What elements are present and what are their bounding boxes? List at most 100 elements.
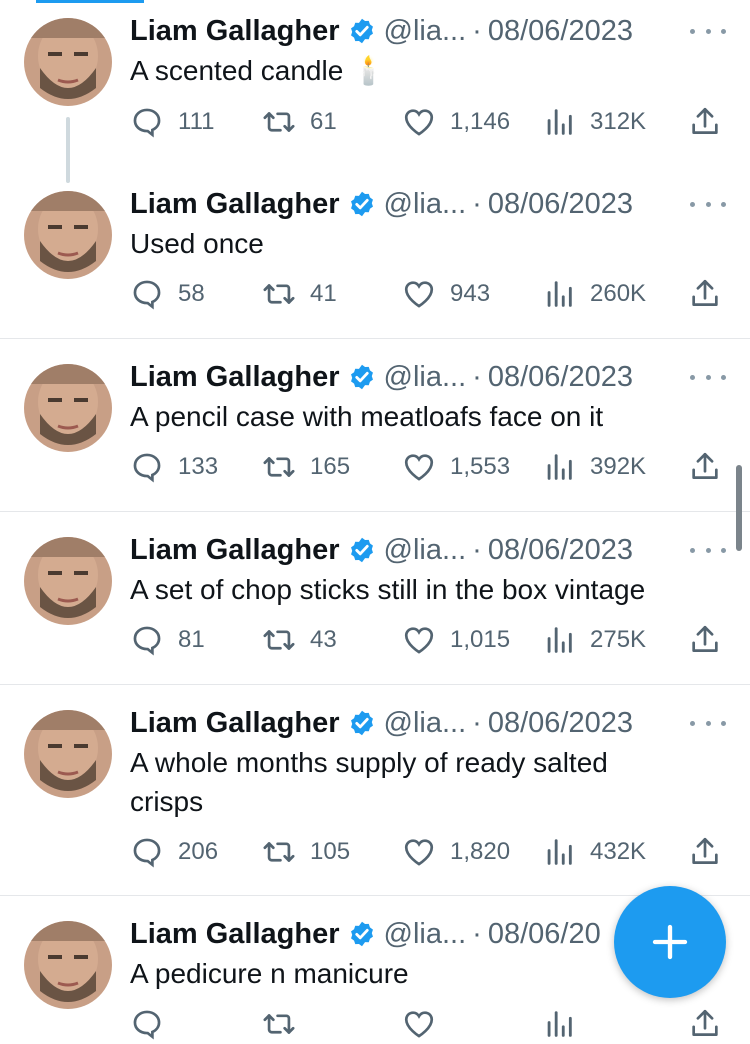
tweet-header: Liam Gallagher @lia... · 08/06/2023 — [130, 530, 633, 570]
author-handle[interactable]: @lia... — [384, 15, 467, 48]
tweet-date[interactable]: 08/06/2023 — [488, 361, 633, 394]
tweet-date[interactable]: 08/06/2023 — [488, 534, 633, 567]
share-button[interactable] — [688, 274, 722, 314]
reply-icon — [133, 838, 161, 868]
author-name[interactable]: Liam Gallagher — [130, 534, 340, 567]
retweet-icon — [263, 457, 295, 477]
tweet-actions: 206 105 1,820 432K — [130, 832, 730, 872]
share-icon — [692, 452, 718, 479]
author-name[interactable]: Liam Gallagher — [130, 15, 340, 48]
like-button[interactable] — [402, 1004, 450, 1044]
like-button[interactable]: 1,015 — [402, 620, 510, 660]
tweet-text: A whole months supply of ready salted cr… — [130, 747, 608, 817]
tweet-date[interactable]: 08/06/2023 — [488, 188, 633, 221]
more-icon[interactable] — [690, 713, 726, 733]
tweet-date[interactable]: 08/06/2023 — [488, 707, 633, 740]
tweet[interactable]: Liam Gallagher @lia... · 08/06/2023 A pe… — [0, 338, 750, 511]
like-button[interactable]: 1,146 — [402, 102, 510, 142]
avatar[interactable] — [24, 191, 112, 279]
more-icon[interactable] — [690, 540, 726, 560]
reply-button[interactable]: 133 — [130, 447, 218, 487]
author-handle[interactable]: @lia... — [384, 188, 467, 221]
tweet[interactable]: Liam Gallagher @lia... · 08/06/2023 Used… — [0, 170, 750, 338]
share-button[interactable] — [688, 620, 722, 660]
retweet-count: 165 — [310, 453, 351, 480]
tweet-text: A pencil case with meatloafs face on it — [130, 401, 604, 432]
views-button[interactable]: 312K — [542, 102, 646, 142]
author-handle[interactable]: @lia... — [384, 534, 467, 567]
views-icon — [547, 627, 572, 653]
author-name[interactable]: Liam Gallagher — [130, 707, 340, 740]
like-button[interactable]: 1,553 — [402, 447, 510, 487]
reply-icon — [133, 280, 161, 310]
share-icon — [692, 279, 718, 306]
separator-dot: · — [472, 533, 482, 566]
retweet-count: 41 — [310, 280, 337, 307]
tweet[interactable]: Liam Gallagher @lia... · 08/06/2023 A se… — [0, 511, 750, 684]
author-name[interactable]: Liam Gallagher — [130, 361, 340, 394]
author-handle[interactable]: @lia... — [384, 918, 467, 951]
author-handle[interactable]: @lia... — [384, 361, 467, 394]
heart-icon — [404, 839, 434, 866]
more-icon[interactable] — [690, 194, 726, 214]
reply-count: 206 — [178, 838, 219, 865]
avatar[interactable] — [24, 537, 112, 625]
reply-button[interactable]: 206 — [130, 832, 218, 872]
views-button[interactable]: 275K — [542, 620, 646, 660]
more-icon[interactable] — [690, 367, 726, 387]
share-button[interactable] — [688, 447, 722, 487]
candle-emoji: 🕯️ — [351, 55, 386, 86]
like-count: 1,553 — [450, 453, 511, 480]
reply-button[interactable]: 58 — [130, 274, 205, 314]
views-button[interactable]: 432K — [542, 832, 646, 872]
retweet-button[interactable]: 43 — [262, 620, 337, 660]
tweet[interactable]: Liam Gallagher @lia... · 08/06/2023 A wh… — [0, 684, 750, 895]
reply-button[interactable] — [130, 1004, 178, 1044]
retweet-button[interactable]: 165 — [262, 447, 350, 487]
retweet-button[interactable]: 105 — [262, 832, 350, 872]
reply-icon — [133, 453, 161, 483]
avatar[interactable] — [24, 364, 112, 452]
reply-icon — [133, 626, 161, 656]
views-button[interactable] — [542, 1004, 590, 1044]
share-button[interactable] — [688, 1004, 722, 1044]
reply-icon — [133, 108, 161, 138]
tweet[interactable]: Liam Gallagher @lia... · 08/06/2023 A sc… — [0, 0, 750, 183]
more-icon[interactable] — [690, 21, 726, 41]
author-name[interactable]: Liam Gallagher — [130, 188, 340, 221]
tweet-header: Liam Gallagher @lia... · 08/06/2023 — [130, 703, 633, 743]
verified-icon — [348, 17, 376, 45]
share-button[interactable] — [688, 832, 722, 872]
like-button[interactable]: 943 — [402, 274, 490, 314]
views-button[interactable]: 260K — [542, 274, 646, 314]
tweet-text: A set of chop sticks still in the box vi… — [130, 574, 646, 605]
retweet-count: 105 — [310, 838, 351, 865]
retweet-icon — [263, 112, 295, 132]
tweet-date[interactable]: 08/06/20 — [488, 918, 601, 951]
retweet-button[interactable]: 61 — [262, 102, 337, 142]
avatar[interactable] — [24, 921, 112, 1009]
reply-count: 111 — [178, 108, 215, 135]
reply-button[interactable]: 81 — [130, 620, 205, 660]
tweet-text-content: A scented candle — [130, 55, 344, 86]
author-name[interactable]: Liam Gallagher — [130, 918, 340, 951]
compose-button[interactable] — [614, 886, 726, 998]
views-icon — [547, 454, 572, 480]
reply-button[interactable]: 111 — [130, 102, 214, 142]
author-handle[interactable]: @lia... — [384, 707, 467, 740]
views-button[interactable]: 392K — [542, 447, 646, 487]
views-count: 260K — [590, 280, 647, 307]
scrollbar[interactable] — [736, 465, 742, 551]
retweet-button[interactable]: 41 — [262, 274, 337, 314]
like-button[interactable]: 1,820 — [402, 832, 510, 872]
share-button[interactable] — [688, 102, 722, 142]
retweet-icon — [263, 1014, 295, 1034]
verified-icon — [348, 709, 376, 737]
avatar[interactable] — [24, 710, 112, 798]
views-count: 432K — [590, 838, 647, 865]
heart-icon — [404, 627, 434, 654]
tweet-header: Liam Gallagher @lia... · 08/06/2023 — [130, 11, 633, 51]
tweet-date[interactable]: 08/06/2023 — [488, 15, 633, 48]
avatar[interactable] — [24, 18, 112, 106]
retweet-button[interactable] — [262, 1004, 310, 1044]
